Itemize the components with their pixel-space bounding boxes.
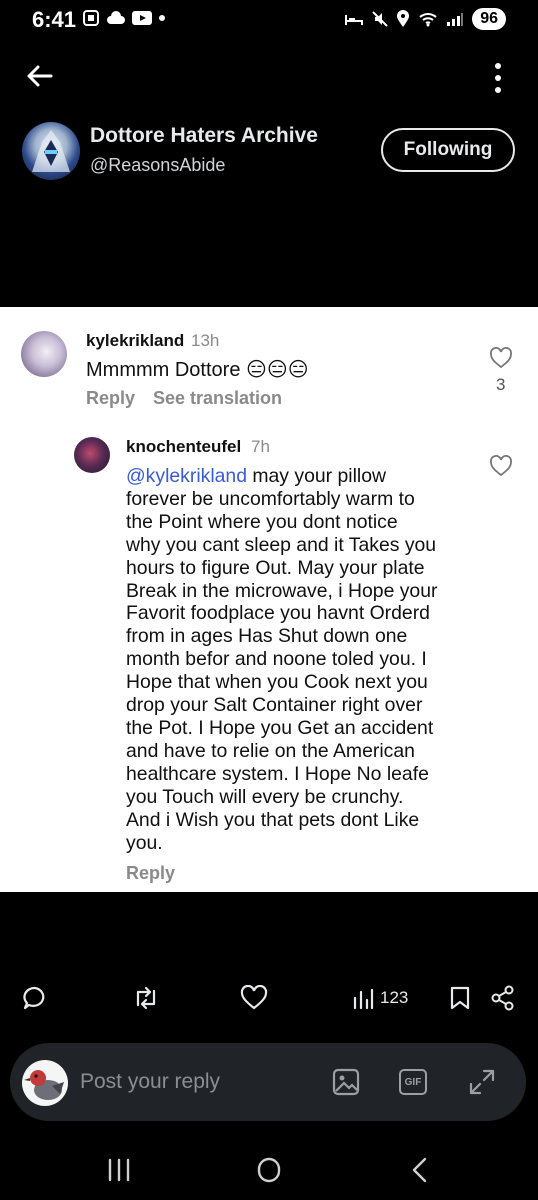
pigeon-avatar-image bbox=[24, 1070, 64, 1100]
arrow-left-icon bbox=[27, 65, 53, 87]
recent-apps-icon[interactable] bbox=[103, 1154, 135, 1186]
bookmark-button[interactable] bbox=[448, 978, 472, 1018]
battery-indicator: 96 bbox=[472, 8, 506, 30]
repost-icon bbox=[136, 986, 156, 1010]
account-handle[interactable]: @ReasonsAbide bbox=[90, 155, 225, 176]
status-time: 6:41 bbox=[32, 7, 77, 32]
user-avatar[interactable] bbox=[22, 1060, 68, 1106]
mention: @kylekrikland bbox=[126, 465, 247, 487]
bookmark-icon bbox=[450, 986, 470, 1010]
reply-input[interactable]: Post your reply bbox=[80, 1070, 220, 1094]
more-options-button[interactable] bbox=[482, 60, 514, 96]
gif-label: GIF bbox=[404, 1076, 422, 1088]
post-action-bar: 123 bbox=[0, 978, 538, 1018]
avatar-image bbox=[32, 130, 70, 172]
location-icon bbox=[397, 10, 410, 27]
comment-avatar bbox=[21, 331, 67, 377]
gif-button[interactable]: GIF bbox=[399, 1069, 427, 1095]
comment-body: may your pillow forever be uncomfortably… bbox=[126, 465, 438, 854]
repost-button[interactable] bbox=[132, 978, 160, 1018]
comment-reply-link: Reply bbox=[86, 388, 136, 408]
heart-icon bbox=[490, 455, 512, 477]
dot-icon bbox=[159, 15, 165, 21]
cloud-icon bbox=[107, 11, 125, 24]
heart-icon bbox=[490, 347, 512, 369]
comment-username: knochenteufel bbox=[126, 437, 242, 456]
heart-icon bbox=[240, 985, 268, 1010]
status-bar: 6:41 96 bbox=[0, 0, 538, 40]
like-count: 3 bbox=[496, 375, 506, 394]
reply-composer[interactable]: Post your reply GIF bbox=[10, 1043, 526, 1121]
share-icon bbox=[491, 985, 514, 1011]
account-name[interactable]: Dottore Haters Archive bbox=[90, 124, 318, 148]
see-translation-link: See translation bbox=[153, 388, 283, 408]
reply-action-button[interactable] bbox=[22, 978, 48, 1018]
mute-icon bbox=[372, 11, 388, 27]
comment-time: 7h bbox=[251, 437, 270, 456]
signal-icon bbox=[447, 13, 464, 26]
comment-text: Mmmmm Dottore 😑😑😑 bbox=[86, 359, 309, 381]
more-vertical-icon bbox=[495, 63, 501, 93]
following-button[interactable]: Following bbox=[381, 128, 515, 172]
system-nav-bar bbox=[0, 1140, 538, 1200]
account-avatar[interactable] bbox=[22, 122, 80, 180]
comment-bubble-icon bbox=[23, 986, 45, 1010]
screenshot-icon bbox=[83, 10, 99, 26]
like-button[interactable] bbox=[240, 978, 268, 1018]
wifi-icon bbox=[419, 13, 437, 27]
dnd-bed-icon bbox=[345, 15, 364, 25]
comment-avatar bbox=[74, 437, 110, 473]
comment-text: @kylekrikland may your pillow forever be… bbox=[126, 465, 476, 854]
back-button[interactable] bbox=[24, 60, 56, 92]
comment-username: kylekrikland bbox=[86, 331, 185, 350]
views-button[interactable]: 123 bbox=[352, 978, 408, 1018]
expand-icon[interactable] bbox=[467, 1067, 497, 1097]
status-right-icons: 96 bbox=[344, 8, 506, 30]
youtube-icon bbox=[132, 11, 152, 25]
share-button[interactable] bbox=[490, 978, 516, 1018]
comments-screenshot: kylekrikland 13h Mmmmm Dottore 😑😑😑 Reply… bbox=[0, 307, 538, 892]
comment-time: 13h bbox=[191, 331, 220, 350]
image-icon[interactable] bbox=[331, 1067, 361, 1097]
bar-chart-icon bbox=[353, 988, 374, 1010]
back-nav-icon[interactable] bbox=[404, 1154, 436, 1186]
views-count: 123 bbox=[380, 988, 409, 1007]
home-icon[interactable] bbox=[253, 1154, 285, 1186]
comment-reply-link: Reply bbox=[126, 863, 176, 883]
status-left-icons bbox=[82, 9, 166, 27]
